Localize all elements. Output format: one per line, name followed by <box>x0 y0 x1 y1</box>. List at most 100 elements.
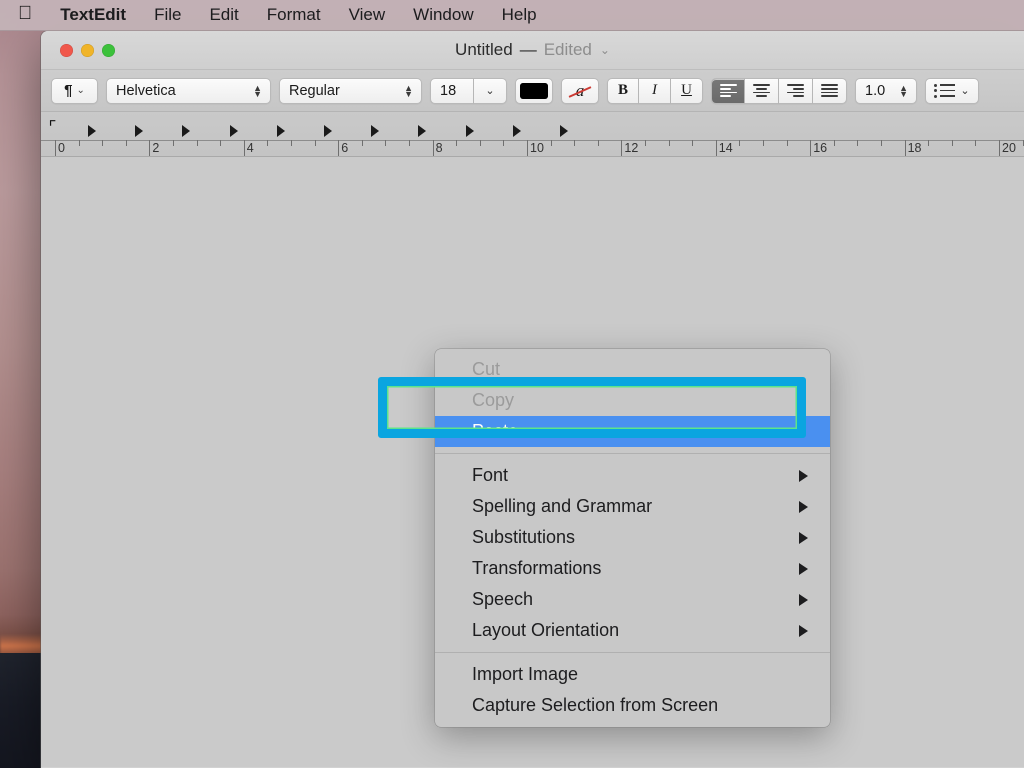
font-family-select[interactable]: Helvetica ▲ ▼ <box>106 77 271 104</box>
menu-item-label: Transformations <box>472 558 602 578</box>
ruler-minor-tick <box>597 140 599 146</box>
font-size-value: 18 <box>440 82 457 99</box>
context-menu[interactable]: Cut Copy Paste Font Spelling and Grammar Subs… <box>435 349 830 727</box>
text-color-picker-button[interactable]: a <box>561 77 599 104</box>
menu-item-import-image[interactable]: Import Image <box>435 659 830 690</box>
ruler-minor-tick <box>361 140 363 146</box>
text-color-swatch-button[interactable] <box>515 77 553 104</box>
menu-item-capture-selection-from-screen[interactable]: Capture Selection from Screen <box>435 690 830 721</box>
traffic-light-buttons[interactable] <box>41 43 115 57</box>
window-titlebar[interactable]: Untitled — Edited ⌄ <box>41 31 1024 70</box>
align-center-icon <box>753 83 770 98</box>
paragraph-style-button[interactable]: ¶ ⌄ <box>51 77 98 104</box>
font-size-group[interactable]: 18 ⌄ <box>430 77 507 104</box>
ruler-number: 18 <box>907 141 922 155</box>
minimize-button[interactable] <box>81 43 94 57</box>
chevron-down-icon: ⌄ <box>485 85 495 97</box>
updown-chevron-icon: ▲ ▼ <box>404 82 413 99</box>
ruler-tab-marker[interactable] <box>418 125 427 137</box>
document-ruler[interactable]: ⌜ 0 2 4 6 8 10 12 14 16 18 20 <box>41 112 1024 157</box>
ruler-minor-tick <box>692 140 694 146</box>
alignment-group[interactable] <box>711 77 847 104</box>
ruler-number: 8 <box>435 141 443 155</box>
line-spacing-stepper[interactable]: 1.0 ▲ ▼ <box>855 77 917 104</box>
menu-item-label: Paste <box>472 421 519 441</box>
ruler-number: 14 <box>718 141 733 155</box>
menu-item-label: Import Image <box>472 664 579 684</box>
italic-label: I <box>652 82 657 98</box>
menu-item-font[interactable]: Font <box>435 460 830 491</box>
document-title: Untitled — Edited ⌄ <box>41 31 1024 69</box>
menu-item-layout-orientation[interactable]: Layout Orientation <box>435 615 830 646</box>
menu-item-spelling-and-grammar[interactable]: Spelling and Grammar <box>435 491 830 522</box>
ruler-minor-tick <box>763 140 764 146</box>
font-style-value: Regular <box>289 82 340 99</box>
ruler-minor-tick <box>503 140 505 146</box>
menu-item-speech[interactable]: Speech <box>435 584 830 615</box>
ruler-tab-marker[interactable] <box>135 125 144 137</box>
chevron-down-icon[interactable]: ⌄ <box>600 43 610 57</box>
ruler-minor-tick <box>173 140 174 146</box>
font-size-dropdown-button[interactable]: ⌄ <box>474 77 507 104</box>
text-style-group[interactable]: B I U <box>607 77 703 104</box>
ruler-number: 6 <box>341 141 349 155</box>
menu-edit[interactable]: Edit <box>195 5 252 25</box>
apple-logo-icon[interactable]:  <box>18 4 46 26</box>
first-line-indent-marker[interactable]: ⌜ <box>44 119 61 136</box>
menu-file[interactable]: File <box>140 5 195 25</box>
ruler-minor-tick <box>385 140 387 146</box>
underline-button[interactable]: U <box>671 77 703 104</box>
menu-window[interactable]: Window <box>399 5 487 25</box>
ruler-major-tick <box>621 140 623 156</box>
align-left-button[interactable] <box>711 77 745 104</box>
menu-item-paste[interactable]: Paste <box>435 416 830 447</box>
macos-menu-bar[interactable]:  TextEdit File Edit Format View Window … <box>0 0 1024 31</box>
ruler-tab-marker[interactable] <box>324 125 332 137</box>
ruler-tab-marker[interactable] <box>465 125 474 137</box>
submenu-arrow-icon <box>799 562 808 575</box>
align-center-button[interactable] <box>745 77 779 104</box>
menu-separator <box>435 453 830 454</box>
ruler-major-tick <box>55 140 56 156</box>
ruler-tab-marker[interactable] <box>276 125 285 137</box>
ruler-minor-tick <box>1022 140 1024 146</box>
menu-textedit[interactable]: TextEdit <box>46 5 140 25</box>
list-style-button[interactable]: ⌄ <box>925 77 979 104</box>
submenu-arrow-icon <box>799 500 808 513</box>
textedit-window: Untitled — Edited ⌄ ¶ ⌄ Helvetica ▲ ▼ Reg… <box>41 31 1024 768</box>
pilcrow-icon: ¶ <box>64 82 73 99</box>
ruler-minor-tick <box>975 140 977 146</box>
menu-view[interactable]: View <box>335 5 400 25</box>
ruler-tab-marker[interactable] <box>512 125 521 137</box>
document-name: Untitled <box>455 40 513 59</box>
ruler-major-tick <box>338 140 340 156</box>
ruler-major-tick <box>149 140 151 156</box>
ruler-major-tick <box>999 140 1000 156</box>
ruler-tab-marker[interactable] <box>88 125 96 137</box>
format-toolbar[interactable]: ¶ ⌄ Helvetica ▲▼ Regular ▲▼ 18 ⌄ a <box>41 70 1024 112</box>
menu-format[interactable]: Format <box>253 5 335 25</box>
ruler-tab-marker[interactable] <box>371 125 380 137</box>
ruler-major-tick <box>432 140 434 156</box>
menu-item-substitutions[interactable]: Substitutions <box>435 522 830 553</box>
close-button[interactable] <box>60 43 73 57</box>
zoom-button[interactable] <box>102 43 115 57</box>
updown-chevron-icon: ▲ ▼ <box>253 82 262 99</box>
ruler-tab-marker[interactable] <box>560 125 568 137</box>
font-size-input[interactable]: 18 <box>430 77 474 104</box>
ruler-minor-tick <box>928 140 930 146</box>
ruler-tab-marker[interactable] <box>229 125 238 137</box>
font-style-select[interactable]: Regular ▲ ▼ <box>279 77 422 104</box>
menu-item-label: Speech <box>472 589 534 609</box>
menu-item-transformations[interactable]: Transformations <box>435 553 830 584</box>
align-justify-button[interactable] <box>813 77 847 104</box>
color-swatch-icon <box>520 82 548 99</box>
ruler-minor-tick <box>786 140 788 146</box>
menu-help[interactable]: Help <box>488 5 551 25</box>
align-right-button[interactable] <box>779 77 813 104</box>
ruler-minor-tick <box>479 140 481 146</box>
ruler-tab-marker[interactable] <box>182 125 191 137</box>
italic-button[interactable]: I <box>639 77 671 104</box>
bold-button[interactable]: B <box>607 77 639 104</box>
ruler-minor-tick <box>291 140 292 146</box>
